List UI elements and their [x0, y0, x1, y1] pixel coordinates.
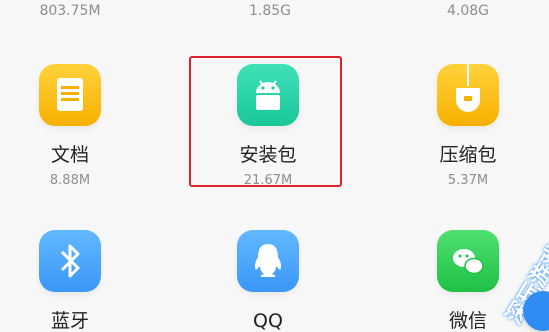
- document-icon: [39, 64, 101, 126]
- category-archive[interactable]: 压缩包 5.37M: [398, 64, 538, 189]
- category-document[interactable]: 文档 8.88M: [0, 64, 140, 189]
- category-label: QQ: [253, 310, 283, 332]
- category-size: 5.37M: [447, 173, 489, 188]
- category-size: 8.88M: [49, 173, 91, 188]
- bluetooth-icon: [39, 230, 101, 292]
- highlight-box: [189, 56, 342, 187]
- size-top-2: 1.85G: [248, 3, 292, 19]
- size-top-1: 803.75M: [39, 3, 101, 19]
- wechat-icon: [437, 230, 499, 292]
- archive-icon: [437, 64, 499, 126]
- category-label: 文档: [50, 144, 89, 166]
- qq-icon: [237, 230, 299, 292]
- category-label: 压缩包: [439, 144, 497, 166]
- category-label: 蓝牙: [50, 310, 89, 332]
- size-top-3: 4.08G: [446, 3, 490, 19]
